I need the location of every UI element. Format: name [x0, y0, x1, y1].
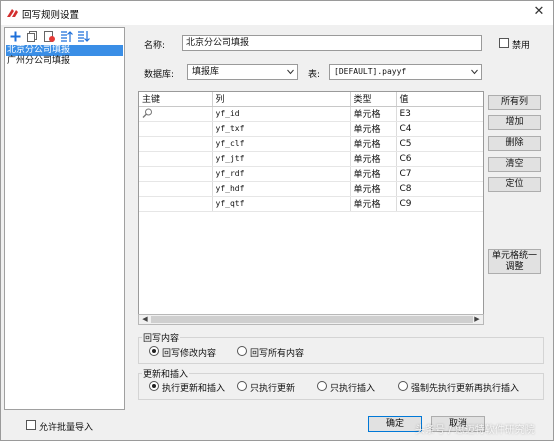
update-and-insert-label: 执行更新和插入 — [162, 384, 226, 394]
database-select[interactable]: 填报库 — [187, 64, 298, 80]
update-only-radio[interactable] — [237, 381, 247, 391]
clear-button[interactable]: 清空 — [488, 157, 541, 172]
key-cell[interactable] — [139, 121, 213, 137]
header-column: 列 — [212, 92, 351, 107]
header-key: 主键 — [139, 92, 213, 107]
chevron-down-icon — [287, 69, 294, 75]
rule-list-panel: 北京分公司填报 广州分公司填报 — [4, 27, 125, 410]
watermark: 头条号 / 思迈特软件研究院 — [415, 425, 535, 436]
type-cell[interactable]: 单元格 — [350, 136, 397, 152]
scroll-right-icon[interactable]: ▶ — [472, 315, 482, 324]
force-update-then-insert-radio[interactable] — [398, 381, 408, 391]
window-title: 回写规则设置 — [22, 10, 80, 21]
writeback-modified-radio[interactable] — [149, 346, 159, 356]
close-icon[interactable]: ✕ — [531, 4, 547, 20]
table-row[interactable]: yf_rdf 单元格 C7 — [139, 166, 483, 182]
column-cell[interactable]: yf_txf — [212, 121, 351, 137]
type-cell[interactable]: 单元格 — [350, 151, 397, 167]
update-and-insert-radio[interactable] — [149, 381, 159, 391]
header-value: 值 — [396, 92, 483, 107]
batch-import-checkbox[interactable] — [26, 420, 36, 430]
insert-only-radio[interactable] — [317, 381, 327, 391]
chevron-down-icon — [471, 69, 478, 75]
type-cell[interactable]: 单元格 — [350, 196, 397, 212]
column-cell[interactable]: yf_jtf — [212, 151, 351, 167]
scrollbar-thumb[interactable] — [151, 316, 473, 323]
column-cell[interactable]: yf_hdf — [212, 181, 351, 197]
column-cell[interactable]: yf_rdf — [212, 166, 351, 182]
dialog-window: 回写规则设置 ✕ 北京分公司填报 广州分公司填报 名称: 北京分公司填报 禁用 … — [0, 0, 554, 441]
rule-list: 北京分公司填报 广州分公司填报 — [6, 45, 123, 67]
table-row[interactable]: yf_txf 单元格 C4 — [139, 121, 483, 137]
table-row[interactable]: yf_clf 单元格 C5 — [139, 136, 483, 152]
rule-item-guangzhou[interactable]: 广州分公司填报 — [6, 56, 123, 67]
rule-list-toolbar — [7, 29, 122, 43]
type-cell[interactable]: 单元格 — [350, 106, 397, 122]
title-bar: 回写规则设置 ✕ — [1, 1, 553, 25]
disable-label: 禁用 — [512, 41, 531, 51]
value-cell[interactable]: C5 — [396, 136, 483, 152]
plus-icon[interactable] — [9, 30, 22, 43]
table-value: [DEFAULT].payyf — [334, 67, 407, 76]
writeback-content-title: 回写内容 — [142, 331, 181, 344]
table-header-row: 主键 列 类型 值 — [139, 92, 483, 107]
app-logo-icon — [7, 9, 18, 17]
column-cell[interactable]: yf_clf — [212, 136, 351, 152]
batch-import-label: 允许批量导入 — [39, 423, 94, 433]
force-update-then-insert-label: 强制先执行更新再执行插入 — [411, 384, 520, 394]
key-cell[interactable] — [139, 136, 213, 152]
all-columns-button[interactable]: 所有列 — [488, 95, 541, 110]
table-horizontal-scrollbar[interactable]: ◀ ▶ — [138, 314, 484, 325]
key-cell[interactable] — [139, 106, 213, 122]
writeback-modified-label: 回写修改内容 — [162, 349, 217, 359]
value-cell[interactable]: C7 — [396, 166, 483, 182]
add-button[interactable]: 增加 — [488, 115, 541, 130]
unify-cells-button[interactable]: 单元格统一 调整 — [488, 249, 541, 274]
insert-only-label: 只执行插入 — [330, 384, 376, 394]
value-cell[interactable]: E3 — [396, 106, 483, 122]
column-cell[interactable]: yf_qtf — [212, 196, 351, 212]
table-row[interactable]: yf_hdf 单元格 C8 — [139, 181, 483, 197]
delete-icon[interactable] — [43, 30, 56, 43]
key-cell[interactable] — [139, 196, 213, 212]
column-cell[interactable]: yf_id — [212, 106, 351, 122]
type-cell[interactable]: 单元格 — [350, 166, 397, 182]
writeback-all-label: 回写所有内容 — [250, 349, 305, 359]
value-cell[interactable]: C6 — [396, 151, 483, 167]
rule-item-beijing[interactable]: 北京分公司填报 — [6, 45, 123, 56]
update-only-label: 只执行更新 — [250, 384, 296, 394]
table-label: 表: — [308, 70, 321, 80]
key-cell[interactable] — [139, 151, 213, 167]
column-mapping-table: 主键 列 类型 值 yf_id 单元格 E3 yf_txf 单元格 C4 yf_… — [138, 91, 484, 325]
type-cell[interactable]: 单元格 — [350, 181, 397, 197]
key-search-icon[interactable] — [142, 108, 153, 119]
unify-cells-label-line1: 单元格统一 — [491, 251, 537, 261]
table-row[interactable]: yf_id 单元格 E3 — [139, 106, 483, 122]
locate-button[interactable]: 定位 — [488, 177, 541, 192]
move-up-icon[interactable] — [60, 30, 73, 43]
scroll-left-icon[interactable]: ◀ — [140, 315, 150, 324]
name-input[interactable]: 北京分公司填报 — [182, 35, 482, 51]
key-cell[interactable] — [139, 181, 213, 197]
value-cell[interactable]: C8 — [396, 181, 483, 197]
name-label: 名称: — [144, 41, 166, 51]
unify-cells-label-line2: 调整 — [505, 262, 524, 272]
delete-button[interactable]: 删除 — [488, 136, 541, 151]
disable-checkbox[interactable] — [499, 38, 509, 48]
value-cell[interactable]: C4 — [396, 121, 483, 137]
database-value: 填报库 — [192, 67, 220, 77]
copy-icon[interactable] — [26, 30, 39, 43]
ok-button[interactable]: 确定 — [368, 416, 422, 432]
header-type: 类型 — [350, 92, 397, 107]
move-down-icon[interactable] — [77, 30, 90, 43]
table-row[interactable]: yf_jtf 单元格 C6 — [139, 151, 483, 167]
writeback-all-radio[interactable] — [237, 346, 247, 356]
key-cell[interactable] — [139, 166, 213, 182]
update-insert-title: 更新和插入 — [142, 367, 190, 380]
database-label: 数据库: — [144, 70, 175, 80]
table-select[interactable]: [DEFAULT].payyf — [329, 64, 482, 80]
table-row[interactable]: yf_qtf 单元格 C9 — [139, 196, 483, 212]
value-cell[interactable]: C9 — [396, 196, 483, 212]
type-cell[interactable]: 单元格 — [350, 121, 397, 137]
